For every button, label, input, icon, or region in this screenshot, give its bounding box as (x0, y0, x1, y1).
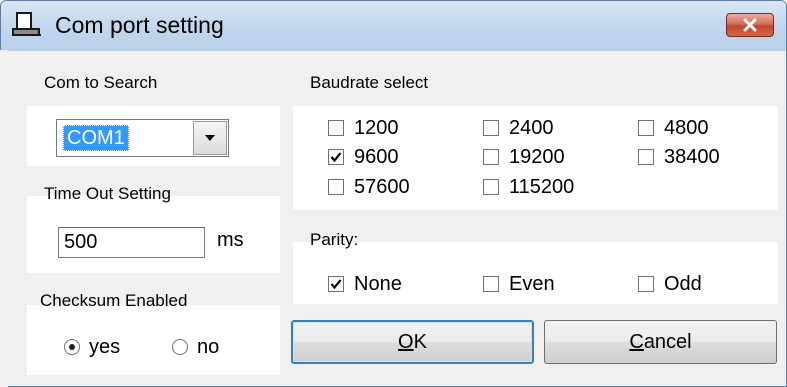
baud-57600-checkbox[interactable]: 57600 (328, 175, 410, 199)
baud-57600-label: 57600 (354, 175, 410, 198)
parity-even-checkbox[interactable]: Even (483, 272, 555, 296)
radio-circle (64, 339, 80, 355)
baud-38400-checkbox[interactable]: 38400 (638, 145, 720, 169)
baud-38400-label: 38400 (664, 145, 720, 168)
baud-4800-label: 4800 (664, 116, 709, 139)
baud-9600-label: 9600 (354, 145, 399, 168)
parity-none-label: None (354, 272, 402, 295)
baud-115200-checkbox[interactable]: 115200 (483, 175, 574, 199)
window-client-bg (0, 50, 8, 387)
baud-1200-checkbox[interactable]: 1200 (328, 116, 399, 140)
baud-2400-checkbox[interactable]: 2400 (483, 116, 554, 140)
parity-odd-label: Odd (664, 272, 702, 295)
timeout-unit: ms (217, 229, 244, 251)
cancel-button[interactable]: Cancel (544, 320, 777, 364)
checkbox-box (328, 276, 344, 292)
title-bar[interactable]: Com port setting (1, 1, 786, 51)
checksum-no-label: no (197, 335, 220, 358)
cancel-label-rest: ancel (643, 330, 692, 353)
checkbox-box (483, 120, 499, 136)
baudrate-label: Baudrate select (310, 73, 429, 92)
checkbox-box (638, 149, 654, 165)
radio-dot (69, 344, 75, 350)
com-search-label: Com to Search (44, 73, 158, 92)
checkbox-box (328, 149, 344, 165)
timeout-input[interactable]: 500 (58, 227, 205, 258)
baud-2400-label: 2400 (509, 116, 554, 139)
baud-4800-checkbox[interactable]: 4800 (638, 116, 709, 140)
checksum-label: Checksum Enabled (40, 291, 188, 310)
radio-circle (172, 339, 188, 355)
checkmark-icon (330, 152, 342, 163)
checksum-yes-radio[interactable]: yes (64, 335, 120, 359)
com-port-dropdown-button[interactable] (193, 121, 227, 155)
parity-none-checkbox[interactable]: None (328, 272, 402, 296)
com-port-select[interactable]: COM1 (56, 119, 229, 157)
parity-even-label: Even (509, 272, 555, 295)
window-title: Com port setting (55, 12, 224, 38)
timeout-label: Time Out Setting (44, 184, 171, 203)
parity-odd-checkbox[interactable]: Odd (638, 272, 702, 296)
checksum-yes-label: yes (89, 335, 121, 358)
baud-19200-checkbox[interactable]: 19200 (483, 145, 565, 169)
close-button[interactable] (726, 13, 774, 37)
parity-label: Parity: (310, 230, 359, 249)
checkbox-box (328, 120, 344, 136)
chevron-down-icon (205, 135, 215, 141)
checkbox-box (483, 179, 499, 195)
checkbox-box (638, 120, 654, 136)
checksum-no-radio[interactable]: no (172, 335, 219, 359)
checkbox-box (638, 276, 654, 292)
ok-button[interactable]: OK (291, 320, 534, 364)
baud-9600-checkbox[interactable]: 9600 (328, 145, 399, 169)
checkmark-icon (330, 279, 342, 290)
close-x-icon (743, 18, 757, 32)
checkbox-box (483, 276, 499, 292)
com-port-selected-value: COM1 (63, 125, 129, 151)
baud-19200-label: 19200 (509, 145, 565, 168)
computer-icon (12, 12, 41, 36)
ok-label-rest: K (413, 330, 427, 353)
checkbox-box (328, 179, 344, 195)
baud-115200-label: 115200 (509, 175, 575, 198)
checkbox-box (483, 149, 499, 165)
ok-mnemonic: O (398, 330, 414, 353)
baud-1200-label: 1200 (354, 116, 399, 139)
cancel-mnemonic: C (629, 330, 644, 353)
